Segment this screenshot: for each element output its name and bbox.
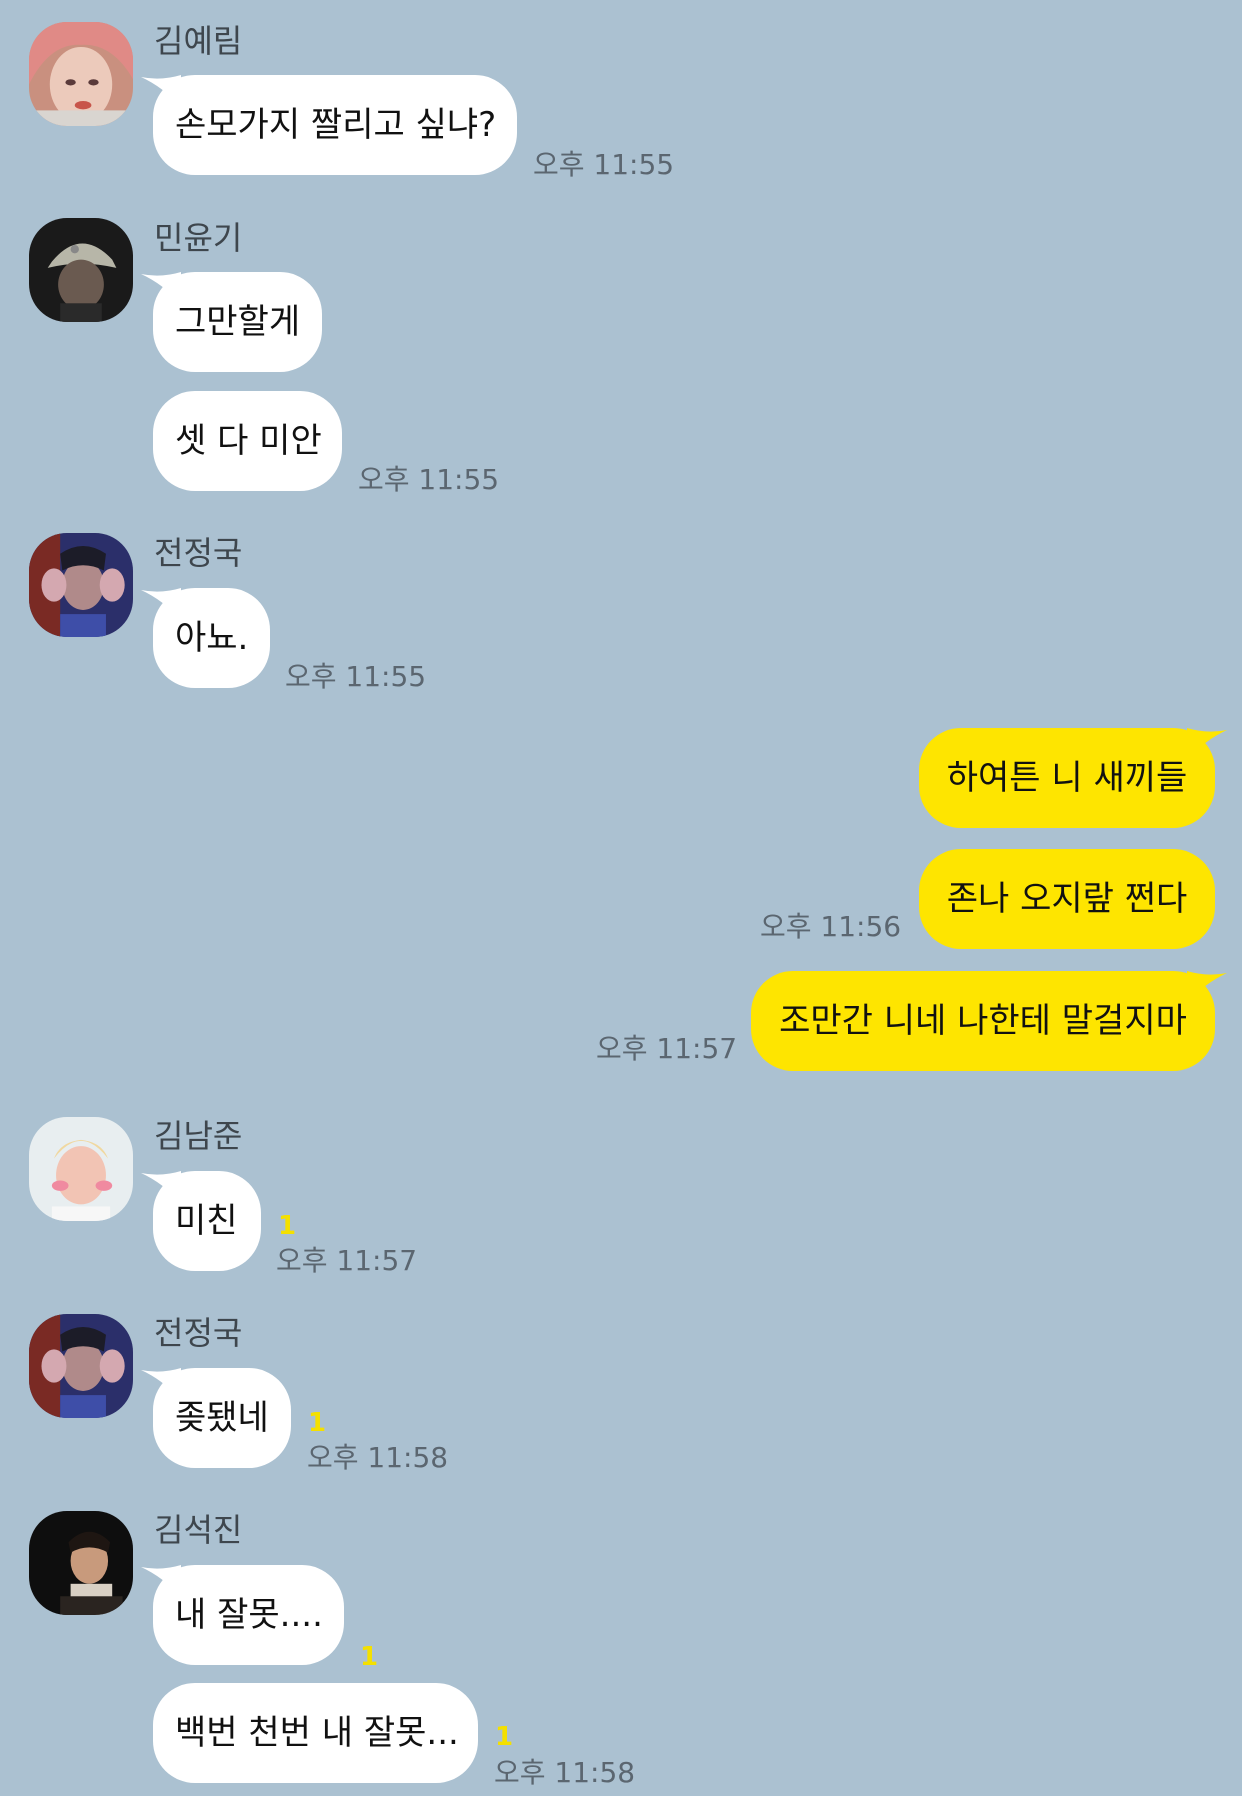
message-bubble[interactable]: 손모가지 짤리고 싶냐?	[141, 75, 517, 175]
message-text: 셋 다 미안	[175, 421, 322, 461]
message-bubble[interactable]: 좆됐네	[141, 1368, 291, 1468]
bubble-tail-icon	[141, 588, 181, 620]
avatar-jeon-jungkook[interactable]	[29, 1314, 133, 1418]
bubble-tail-icon	[141, 272, 181, 304]
message-time: 오후 11:57	[276, 1244, 418, 1277]
avatar-kim-namjoon[interactable]	[29, 1117, 133, 1221]
bubble-tail-icon	[141, 1368, 181, 1400]
my-message-bubble[interactable]: 하여튼 니 새끼들	[919, 728, 1227, 828]
avatar-cap-photo	[29, 218, 133, 322]
message-text: 하여튼 니 새끼들	[946, 758, 1188, 798]
sender-name: 김석진	[154, 1511, 243, 1549]
unread-count: 1	[278, 1211, 297, 1241]
unread-count: 1	[360, 1642, 379, 1672]
message-time: 오후 11:55	[285, 660, 427, 693]
avatar-dark-portrait-photo	[29, 1511, 133, 1615]
avatar-jeon-jungkook[interactable]	[29, 533, 133, 637]
my-message-bubble[interactable]: 존나 오지랖 쩐다	[919, 849, 1215, 949]
message-bubble[interactable]: 아뇨.	[141, 588, 270, 688]
message-time: 오후 11:57	[596, 1032, 738, 1065]
message-text: 좆됐네	[175, 1398, 269, 1438]
message-text: 손모가지 짤리고 싶냐?	[175, 105, 497, 145]
avatar-min-yoongi[interactable]	[29, 218, 133, 322]
bubble-tail-icon	[141, 1171, 181, 1203]
message-bubble[interactable]: 백번 천번 내 잘못...	[153, 1683, 478, 1783]
bubble-tail-icon	[1187, 728, 1227, 760]
avatar-kim-yerim[interactable]	[29, 22, 133, 126]
message-time: 오후 11:55	[358, 463, 500, 496]
avatar-hands-photo	[29, 533, 133, 637]
sender-name: 김남준	[154, 1117, 243, 1155]
message-text: 내 잘못....	[175, 1595, 323, 1635]
message-bubble[interactable]: 그만할게	[141, 272, 322, 372]
message-text: 아뇨.	[175, 618, 249, 658]
message-time: 오후 11:55	[533, 148, 675, 181]
avatar-hands-photo	[29, 1314, 133, 1418]
message-text: 조만간 니네 나한테 말걸지마	[779, 1001, 1187, 1041]
message-text: 백번 천번 내 잘못...	[175, 1713, 459, 1753]
message-time: 오후 11:58	[307, 1441, 449, 1474]
sender-name: 김예림	[154, 22, 243, 60]
message-text: 그만할게	[175, 302, 301, 342]
my-message-bubble[interactable]: 조만간 니네 나한테 말걸지마	[751, 971, 1227, 1071]
sender-name: 민윤기	[154, 219, 243, 257]
message-bubble[interactable]: 내 잘못....	[141, 1565, 344, 1665]
bubble-tail-icon	[1187, 971, 1227, 1003]
message-text: 미친	[175, 1201, 238, 1241]
sender-name: 전정국	[154, 534, 243, 572]
message-time: 오후 11:58	[494, 1756, 636, 1789]
unread-count: 1	[308, 1408, 327, 1438]
avatar-kim-seokjin[interactable]	[29, 1511, 133, 1615]
avatar-blond-photo	[29, 1117, 133, 1221]
message-text: 존나 오지랖 쩐다	[946, 879, 1188, 919]
message-time: 오후 11:56	[760, 910, 902, 943]
avatar-pink-hair-photo	[29, 22, 133, 126]
message-bubble[interactable]: 셋 다 미안	[153, 391, 342, 491]
bubble-tail-icon	[141, 1565, 181, 1597]
bubble-tail-icon	[141, 75, 181, 107]
sender-name: 전정국	[154, 1314, 243, 1352]
message-bubble[interactable]: 미친	[141, 1171, 261, 1271]
unread-count: 1	[495, 1722, 514, 1752]
